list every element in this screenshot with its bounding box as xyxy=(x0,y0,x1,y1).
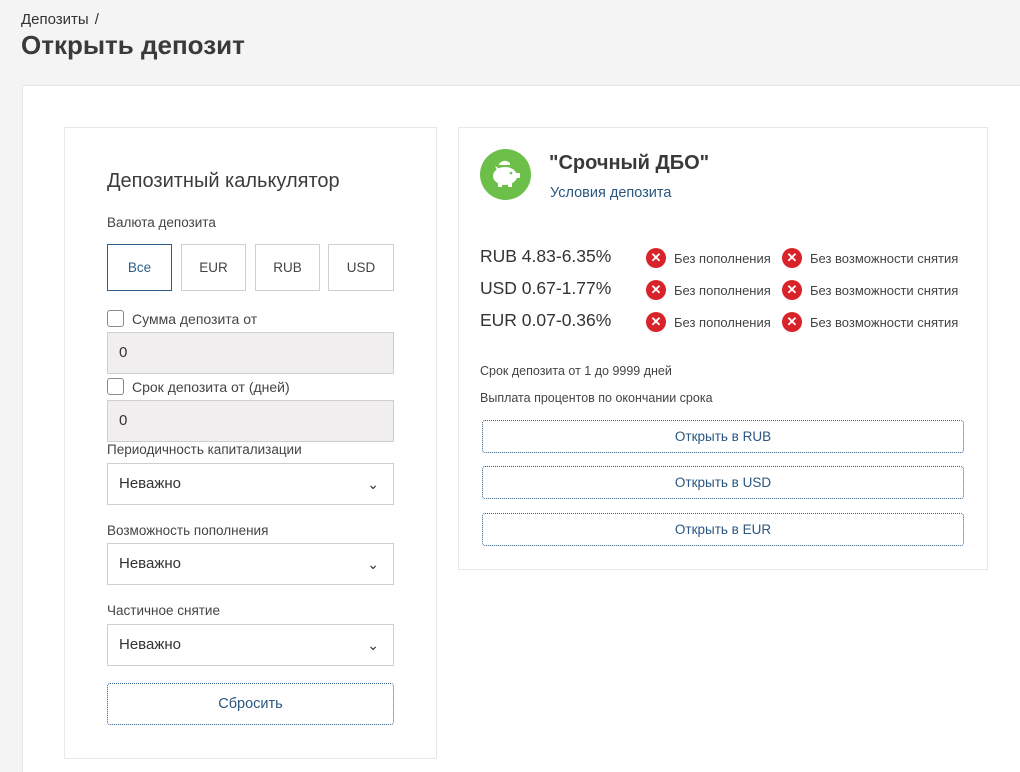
currency-usd-button[interactable]: USD xyxy=(328,244,394,291)
no-topup-label: Без пополнения xyxy=(674,314,771,330)
withdrawal-select[interactable]: Неважно ⌄ xyxy=(107,624,394,666)
amount-checkbox-label: Сумма депозита от xyxy=(132,310,258,327)
term-checkbox-row: Срок депозита от (дней) xyxy=(107,378,290,395)
amount-checkbox[interactable] xyxy=(107,310,124,327)
cross-circle-icon: ✕ xyxy=(782,312,802,332)
no-withdraw-label: Без возможности снятия xyxy=(810,314,959,330)
currency-eur-button[interactable]: EUR xyxy=(181,244,246,291)
deposit-terms-link[interactable]: Условия депозита xyxy=(550,185,671,201)
cross-circle-icon: ✕ xyxy=(646,312,666,332)
currency-all-button[interactable]: Все xyxy=(107,244,172,291)
page-title: Открыть депозит xyxy=(21,30,245,60)
term-info: Срок депозита от 1 до 9999 дней xyxy=(480,364,672,378)
no-topup-label: Без пополнения xyxy=(674,250,771,266)
amount-checkbox-row: Сумма депозита от xyxy=(107,310,257,327)
capitalization-value: Неважно xyxy=(119,475,181,492)
replenishment-label: Возможность пополнения xyxy=(107,523,269,538)
rate-value: EUR 0.07-0.36% xyxy=(480,310,612,330)
cross-circle-icon: ✕ xyxy=(646,248,666,268)
no-topup-badge: ✕ Без пополнения xyxy=(646,312,771,332)
open-usd-button[interactable]: Открыть в USD xyxy=(482,466,964,499)
payout-info: Выплата процентов по окончании срока xyxy=(480,391,713,405)
breadcrumb-deposits-link[interactable]: Депозиты xyxy=(21,11,89,28)
currency-rub-button[interactable]: RUB xyxy=(255,244,320,291)
chevron-down-icon: ⌄ xyxy=(367,556,379,572)
cross-circle-icon: ✕ xyxy=(782,280,802,300)
open-rub-button[interactable]: Открыть в RUB xyxy=(482,420,964,453)
reset-button[interactable]: Сбросить xyxy=(107,683,394,725)
term-input[interactable]: 0 xyxy=(107,400,394,442)
cross-circle-icon: ✕ xyxy=(646,280,666,300)
replenishment-select[interactable]: Неважно ⌄ xyxy=(107,543,394,585)
cross-circle-icon: ✕ xyxy=(782,248,802,268)
product-name: "Срочный ДБО" xyxy=(549,152,710,174)
currency-label: Валюта депозита xyxy=(107,215,216,230)
no-topup-label: Без пополнения xyxy=(674,282,771,298)
amount-input[interactable]: 0 xyxy=(107,332,394,374)
deposit-calculator: Депозитный калькулятор Валюта депозита В… xyxy=(64,127,437,759)
term-checkbox[interactable] xyxy=(107,378,124,395)
rate-value: USD 0.67-1.77% xyxy=(480,278,612,298)
no-withdraw-label: Без возможности снятия xyxy=(810,250,959,266)
breadcrumb: Депозиты / xyxy=(21,11,99,28)
no-withdraw-badge: ✕ Без возможности снятия xyxy=(782,280,958,300)
open-eur-button[interactable]: Открыть в EUR xyxy=(482,513,964,546)
term-checkbox-label: Срок депозита от (дней) xyxy=(132,378,290,395)
capitalization-label: Периодичность капитализации xyxy=(107,442,302,457)
capitalization-select[interactable]: Неважно ⌄ xyxy=(107,463,394,505)
withdrawal-value: Неважно xyxy=(119,636,181,653)
no-topup-badge: ✕ Без пополнения xyxy=(646,280,771,300)
calculator-title: Депозитный калькулятор xyxy=(107,170,340,192)
no-topup-badge: ✕ Без пополнения xyxy=(646,248,771,268)
chevron-down-icon: ⌄ xyxy=(367,637,379,653)
rate-row-rub: RUB 4.83-6.35% ✕ Без пополнения ✕ Без во… xyxy=(480,246,980,270)
no-withdraw-label: Без возможности снятия xyxy=(810,282,959,298)
withdrawal-label: Частичное снятие xyxy=(107,603,220,618)
no-withdraw-badge: ✕ Без возможности снятия xyxy=(782,248,958,268)
chevron-down-icon: ⌄ xyxy=(367,476,379,492)
breadcrumb-separator: / xyxy=(94,11,99,28)
rate-value: RUB 4.83-6.35% xyxy=(480,246,612,266)
rate-row-usd: USD 0.67-1.77% ✕ Без пополнения ✕ Без во… xyxy=(480,278,980,302)
piggy-bank-icon xyxy=(480,149,531,200)
replenishment-value: Неважно xyxy=(119,555,181,572)
no-withdraw-badge: ✕ Без возможности снятия xyxy=(782,312,958,332)
rate-row-eur: EUR 0.07-0.36% ✕ Без пополнения ✕ Без во… xyxy=(480,310,980,334)
deposit-product-card: "Срочный ДБО" Условия депозита RUB 4.83-… xyxy=(458,127,988,570)
